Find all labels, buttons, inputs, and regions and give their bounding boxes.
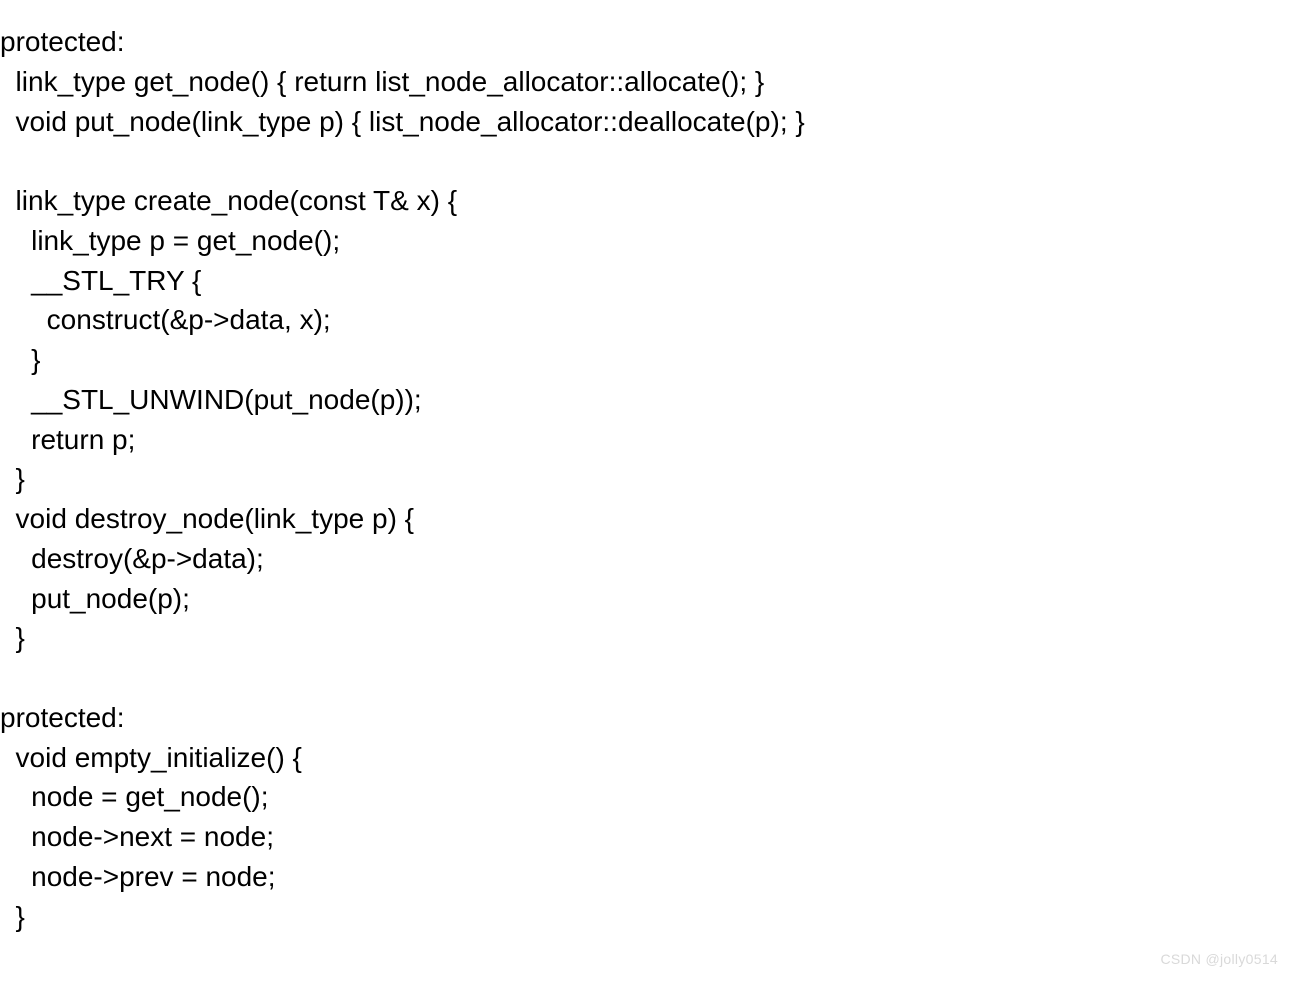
watermark: CSDN @jolly0514 [1160, 950, 1278, 970]
code-line: void put_node(link_type p) { list_node_a… [0, 106, 805, 137]
code-line: put_node(p); [0, 583, 190, 614]
code-line: protected: [0, 702, 125, 733]
code-block: protected: link_type get_node() { return… [0, 0, 1290, 936]
code-line: } [0, 463, 25, 494]
code-line: node = get_node(); [0, 781, 269, 812]
code-line: link_type p = get_node(); [0, 225, 340, 256]
code-line: construct(&p->data, x); [0, 304, 331, 335]
code-line: node->next = node; [0, 821, 274, 852]
code-line: } [0, 901, 25, 932]
code-line: __STL_TRY { [0, 265, 201, 296]
code-line: link_type get_node() { return list_node_… [0, 66, 764, 97]
code-line: } [0, 622, 25, 653]
code-line: __STL_UNWIND(put_node(p)); [0, 384, 422, 415]
code-line: node->prev = node; [0, 861, 276, 892]
code-line: void destroy_node(link_type p) { [0, 503, 414, 534]
code-line: link_type create_node(const T& x) { [0, 185, 457, 216]
code-line: return p; [0, 424, 135, 455]
code-line: } [0, 344, 40, 375]
code-line: destroy(&p->data); [0, 543, 264, 574]
code-line: protected: [0, 26, 125, 57]
code-line: void empty_initialize() { [0, 742, 302, 773]
